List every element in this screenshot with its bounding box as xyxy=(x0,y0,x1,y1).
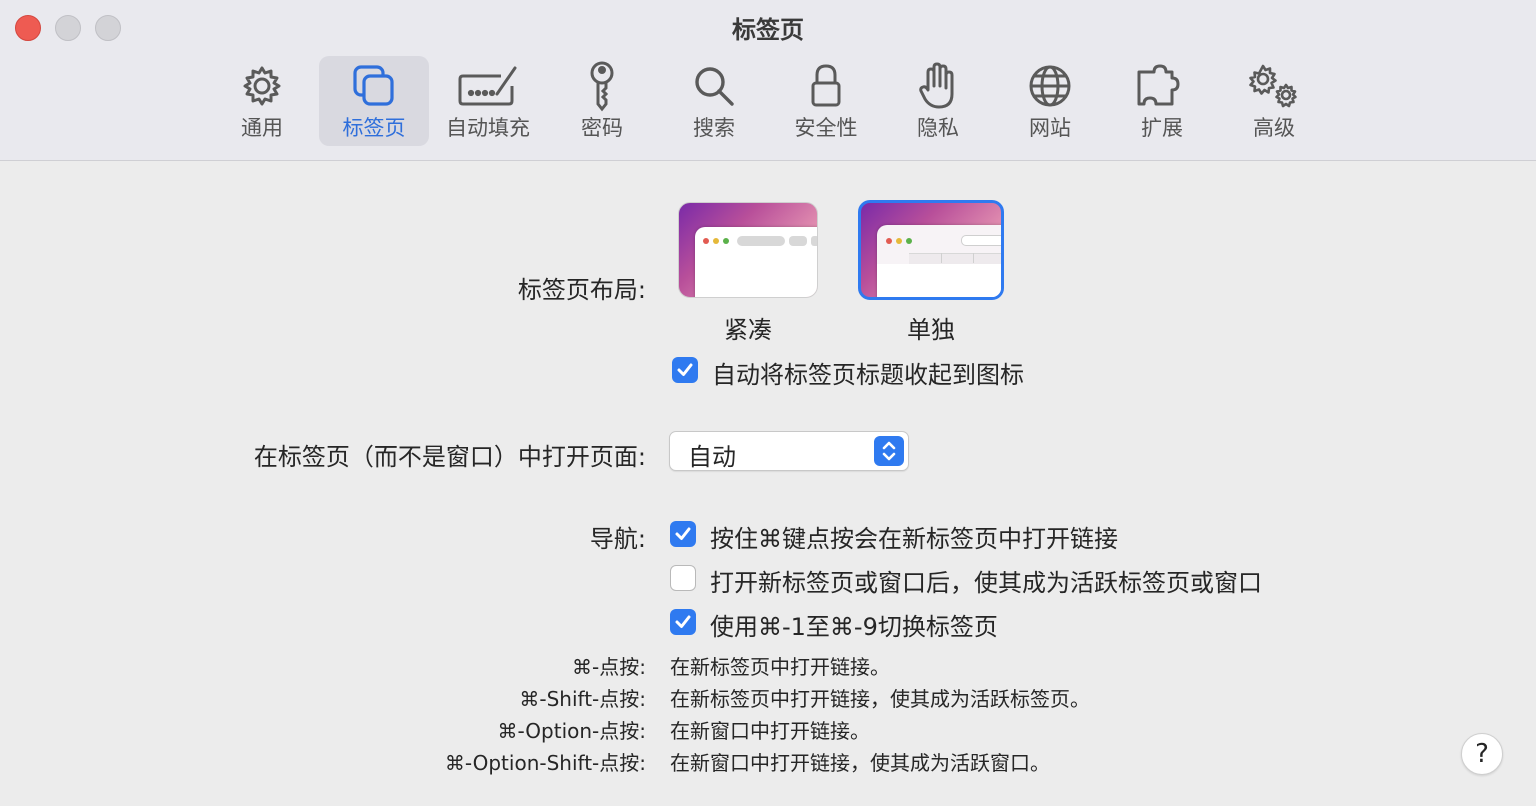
layout-option-compact[interactable]: 紧凑 xyxy=(676,200,820,344)
window-titlebar: 标签页 通用 标签页 自动填充 密码 搜索 安全性 隐私 网站 扩展 高级 xyxy=(0,0,1536,161)
cmd-click-new-tab-label: 按住⌘键点按会在新标签页中打开链接 xyxy=(710,525,1118,553)
cmd-number-switch-label: 使用⌘-1至⌘-9切换标签页 xyxy=(710,613,998,641)
tab-tabs-label: 标签页 xyxy=(342,116,406,140)
shortcut-key: ⌘-Option-点按: xyxy=(497,719,646,743)
puzzle-icon xyxy=(1136,56,1188,116)
autofill-icon xyxy=(457,56,519,116)
make-active-label: 打开新标签页或窗口后，使其成为活跃标签页或窗口 xyxy=(710,569,1262,597)
tab-security-label: 安全性 xyxy=(794,116,858,140)
tab-advanced-label: 高级 xyxy=(1253,116,1295,140)
lock-icon xyxy=(809,56,843,116)
tab-search[interactable]: 搜索 xyxy=(669,56,759,146)
make-active-checkbox[interactable] xyxy=(670,565,696,591)
tab-passwords-label: 密码 xyxy=(581,116,623,140)
cmd-click-new-tab-checkbox[interactable] xyxy=(670,521,696,547)
shortcut-desc: 在新窗口中打开链接，使其成为活跃窗口。 xyxy=(670,751,1050,775)
checkmark-icon xyxy=(675,615,691,628)
compact-layout-thumbnail[interactable] xyxy=(678,202,818,298)
open-pages-label: 在标签页（而不是窗口）中打开页面: xyxy=(253,443,646,471)
cmd-number-switch-checkbox[interactable] xyxy=(670,609,696,635)
tab-websites[interactable]: 网站 xyxy=(1005,56,1095,146)
tab-security[interactable]: 安全性 xyxy=(781,56,871,146)
gears-icon xyxy=(1246,56,1302,116)
search-icon xyxy=(692,56,736,116)
tab-general-label: 通用 xyxy=(241,116,283,140)
tab-websites-label: 网站 xyxy=(1029,116,1071,140)
key-icon xyxy=(585,56,619,116)
tab-layout-label: 标签页布局: xyxy=(517,276,646,304)
window-title: 标签页 xyxy=(732,16,804,44)
checkmark-icon xyxy=(677,363,693,376)
layout-option-separate[interactable]: 单独 xyxy=(858,200,1006,344)
separate-layout-caption: 单独 xyxy=(907,316,955,344)
globe-icon xyxy=(1028,56,1072,116)
shortcut-key: ⌘-Shift-点按: xyxy=(519,687,646,711)
shortcut-desc: 在新标签页中打开链接。 xyxy=(670,655,890,679)
tab-autofill[interactable]: 自动填充 xyxy=(440,56,536,146)
tab-privacy[interactable]: 隐私 xyxy=(893,56,983,146)
collapse-titles-label: 自动将标签页标题收起到图标 xyxy=(712,361,1024,389)
open-pages-value: 自动 xyxy=(688,443,736,471)
tab-advanced[interactable]: 高级 xyxy=(1229,56,1319,146)
tab-privacy-label: 隐私 xyxy=(917,116,959,140)
open-pages-select[interactable]: 自动 xyxy=(669,431,909,471)
tab-tabs[interactable]: 标签页 xyxy=(319,56,429,146)
navigation-label: 导航: xyxy=(589,525,646,553)
compact-layout-caption: 紧凑 xyxy=(724,316,772,344)
tabs-icon xyxy=(351,56,397,116)
tab-search-label: 搜索 xyxy=(693,116,735,140)
shortcut-key: ⌘-Option-Shift-点按: xyxy=(444,751,646,775)
updown-chevron-icon xyxy=(874,436,904,466)
checkmark-icon xyxy=(675,527,691,540)
tab-autofill-label: 自动填充 xyxy=(446,116,530,140)
tab-general[interactable]: 通用 xyxy=(217,56,307,146)
hand-icon xyxy=(919,56,957,116)
gear-icon xyxy=(240,56,284,116)
shortcut-desc: 在新窗口中打开链接。 xyxy=(670,719,870,743)
tab-extensions[interactable]: 扩展 xyxy=(1117,56,1207,146)
separate-layout-thumbnail[interactable] xyxy=(858,200,1004,300)
help-button[interactable]: ? xyxy=(1461,733,1503,775)
shortcut-key: ⌘-点按: xyxy=(572,655,646,679)
tab-passwords[interactable]: 密码 xyxy=(557,56,647,146)
tab-extensions-label: 扩展 xyxy=(1141,116,1183,140)
shortcut-desc: 在新标签页中打开链接，使其成为活跃标签页。 xyxy=(670,687,1090,711)
collapse-titles-checkbox[interactable] xyxy=(672,357,698,383)
